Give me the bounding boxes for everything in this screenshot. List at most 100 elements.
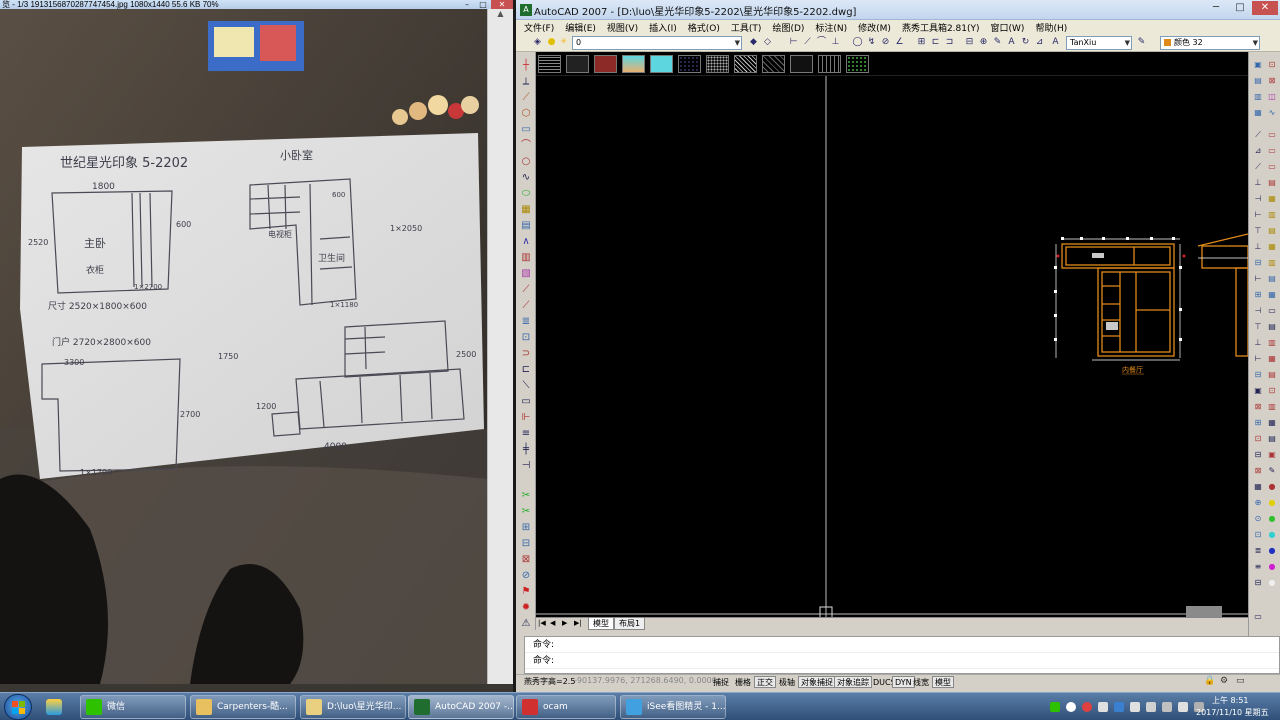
text-tool-icon[interactable]: ⊟ (1253, 578, 1263, 588)
menu-dimension[interactable]: 标注(N) (815, 21, 847, 34)
minimize-button[interactable]: ─ (1204, 1, 1228, 15)
dbconnect-icon[interactable]: ▤ (1267, 434, 1277, 444)
clock-date[interactable]: 2017/11/10 星期五 (1196, 707, 1269, 718)
clock-time[interactable]: 上午 8:51 (1212, 695, 1249, 706)
osnap-intersection-icon[interactable]: ▤ (1253, 76, 1263, 86)
zoom-out-icon[interactable]: ▦ (1267, 354, 1277, 364)
osnap-midpoint-icon[interactable]: ⊡ (1267, 60, 1277, 70)
dim-linear-icon[interactable]: ⊢ (788, 37, 799, 48)
explode-icon[interactable]: ✹ (520, 602, 532, 614)
ucs-face-icon[interactable]: ⊥ (1253, 242, 1263, 252)
clean-screen-icon[interactable]: ▭ (1236, 676, 1245, 686)
color-cyan-icon[interactable]: ● (1267, 530, 1277, 540)
first-tab-icon[interactable]: |◀ (538, 619, 546, 627)
text-style-icon[interactable]: A (1050, 37, 1061, 48)
menu-format[interactable]: 格式(O) (688, 21, 720, 34)
view-left-icon[interactable]: ⊿ (1253, 146, 1263, 156)
offset-icon[interactable]: ⟍ (520, 380, 532, 392)
make-current-icon[interactable]: ◆ (748, 37, 759, 48)
viewer-maximize-button[interactable]: □ (475, 0, 491, 9)
hatch-pattern-green[interactable] (846, 55, 869, 73)
hatch-pattern-dots[interactable] (678, 55, 701, 73)
task-autocad[interactable]: AutoCAD 2007 -... (408, 695, 514, 719)
toggle-lineweight[interactable]: 线宽 (910, 676, 932, 688)
drawing-canvas[interactable]: 内餐厅 (536, 76, 1248, 617)
line-icon[interactable]: ┼ (520, 60, 532, 72)
move-icon[interactable]: ⊩ (520, 412, 532, 424)
toggle-polar[interactable]: 极轴 (776, 676, 798, 688)
layer-combo[interactable]: 0 ▼ (572, 36, 742, 50)
table-icon[interactable]: ⟋ (520, 300, 532, 312)
text-style-combo[interactable]: TanXiu ▼ (1066, 36, 1132, 50)
fillet-icon[interactable]: ⊘ (520, 570, 532, 582)
quick-dim-icon[interactable]: ⊞ (916, 37, 927, 48)
viewer-minimize-button[interactable]: – (459, 0, 475, 9)
layer-on-icon[interactable]: ● (546, 37, 557, 48)
rectangle-icon[interactable]: ▭ (520, 124, 532, 136)
zoom-center-icon[interactable]: ⊥ (1253, 338, 1263, 348)
dim-arc-icon[interactable]: ⌒ (816, 37, 827, 48)
prev-tab-icon[interactable]: ◀ (550, 619, 555, 627)
zoom-object-icon[interactable]: ▥ (1267, 338, 1277, 348)
menu-draw[interactable]: 绘图(D) (772, 21, 804, 34)
color-red-icon[interactable]: ● (1267, 482, 1277, 492)
close-button[interactable]: ✕ (1252, 1, 1278, 15)
color-yellow-icon[interactable]: ● (1267, 498, 1277, 508)
menu-yanxiu-tools[interactable]: 燕秀工具箱2.81(Y) (902, 21, 980, 34)
dim-angular-icon[interactable]: ∠ (894, 37, 905, 48)
osnap-parallel-icon[interactable]: ∿ (1267, 108, 1277, 118)
xref-icon[interactable]: ⊟ (1253, 450, 1263, 460)
task-carpenters[interactable]: Carpenters-酷... (190, 695, 296, 719)
insert-block-icon[interactable]: ▦ (520, 204, 532, 216)
arc-icon[interactable]: ⌒ (520, 140, 532, 152)
ucs-origin-icon[interactable]: ⊢ (1253, 210, 1263, 220)
view-top-icon[interactable]: ⟋ (1253, 130, 1263, 140)
color-magenta-icon[interactable]: ● (1267, 562, 1277, 572)
markup-icon[interactable]: ▦ (1267, 418, 1277, 428)
zoom-scale-icon[interactable]: ▤ (1267, 322, 1277, 332)
match-properties-icon[interactable]: ⊡ (1267, 386, 1277, 396)
break-icon[interactable]: ⊞ (520, 522, 532, 534)
lock-icon[interactable]: 🔒 (1204, 676, 1215, 686)
zoom-window-icon[interactable]: ▭ (1267, 306, 1277, 316)
ucs-world-icon[interactable]: ▦ (1267, 194, 1277, 204)
hatch-pattern-solid-dark[interactable] (566, 55, 589, 73)
sheet-set-icon[interactable]: ⊞ (1253, 418, 1263, 428)
menu-tools[interactable]: 工具(T) (731, 21, 762, 34)
pan-tool-icon[interactable]: ⊡ (1253, 530, 1263, 540)
pinned-app-icon[interactable] (40, 695, 68, 719)
dim-text-edit-icon[interactable]: A (1006, 37, 1017, 48)
command-input-line[interactable]: 命令: (525, 653, 1279, 669)
zoom-extents-icon[interactable]: ▤ (1267, 370, 1277, 380)
warning-icon[interactable]: ⚠ (520, 618, 532, 630)
osnap-tangent-icon[interactable]: ◫ (1267, 92, 1277, 102)
array-icon[interactable]: ▭ (520, 396, 532, 408)
navigation-widget[interactable] (1186, 606, 1222, 617)
maximize-button[interactable]: □ (1228, 1, 1252, 15)
tray-qq-icon[interactable] (1066, 702, 1076, 712)
zoom-tool-icon[interactable]: ⊙ (1253, 514, 1263, 524)
dim-jogged-icon[interactable]: ↯ (866, 37, 877, 48)
toggle-model[interactable]: 模型 (932, 676, 954, 688)
hatch-pattern-diagonal[interactable] (762, 55, 785, 73)
ucs-named-icon[interactable]: ▤ (1267, 274, 1277, 284)
tray-network-icon[interactable] (1146, 702, 1156, 712)
hatch-pattern-speckle[interactable] (706, 55, 729, 73)
tray-wechat-icon[interactable] (1050, 702, 1060, 712)
ucs-y-icon[interactable]: ▥ (1267, 258, 1277, 268)
spline-icon[interactable]: ∿ (520, 172, 532, 184)
erase-icon[interactable]: ⊡ (520, 332, 532, 344)
tray-security-icon[interactable] (1114, 702, 1124, 712)
zoom-all-icon[interactable]: ⊟ (1253, 370, 1263, 380)
eraser-icon[interactable]: ⊠ (1253, 466, 1263, 476)
ellipse-icon[interactable]: ⬭ (520, 188, 532, 200)
osnap-perpendicular-icon[interactable]: ▦ (1253, 108, 1263, 118)
copy-icon[interactable]: ⊃ (520, 348, 532, 360)
construction-line-icon[interactable]: ⟂ (520, 76, 532, 88)
viewer-title-bar[interactable]: 览 - 1/3 1913156870287747454.jpg 1080x144… (0, 0, 513, 9)
hatch-pattern-cross[interactable] (734, 55, 757, 73)
circle-icon[interactable]: ○ (520, 156, 532, 168)
tray-flag-icon[interactable] (1178, 702, 1188, 712)
ucs-view-icon[interactable]: ▦ (1267, 242, 1277, 252)
design-center-icon[interactable]: ⊠ (1253, 402, 1263, 412)
